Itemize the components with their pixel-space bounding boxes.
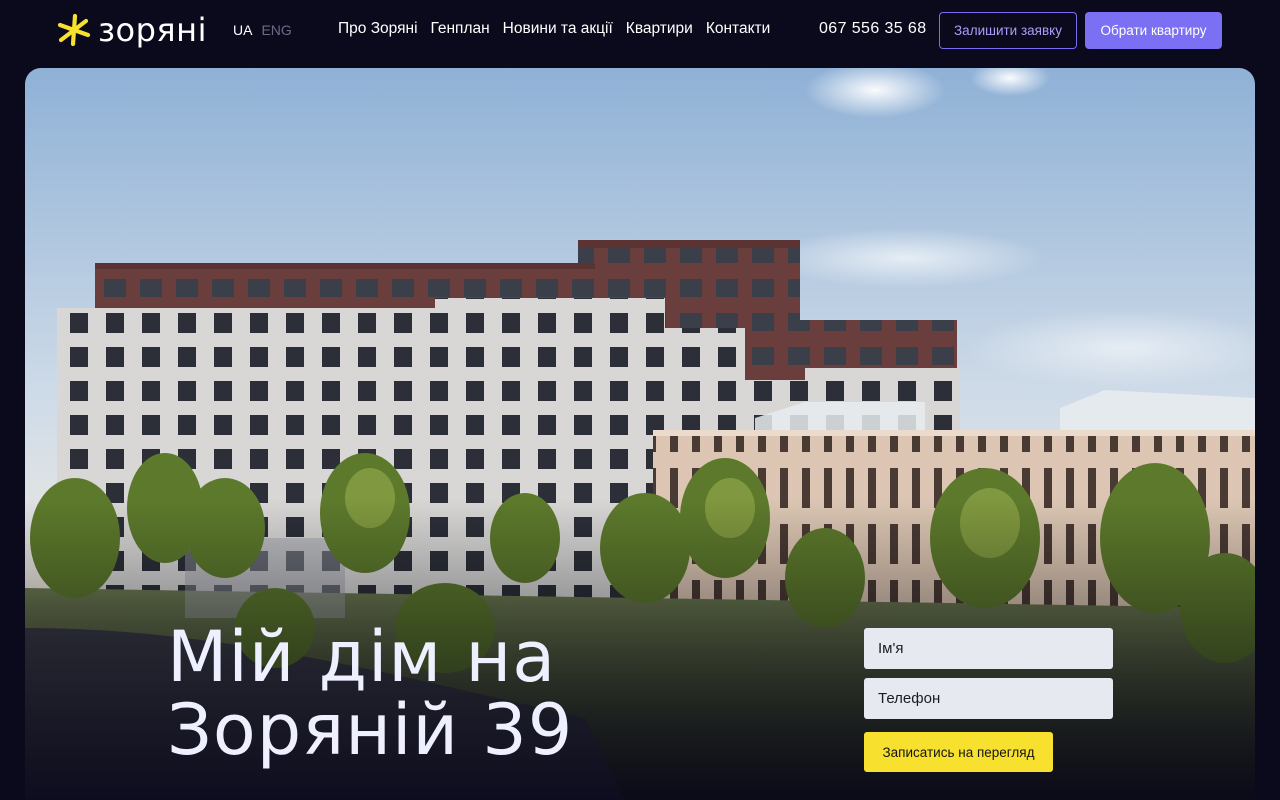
leave-request-button[interactable]: Залишити заявку <box>939 12 1077 49</box>
viewing-request-form: Записатись на перегляд <box>864 628 1113 772</box>
logo-link[interactable]: зоряні <box>56 11 207 49</box>
brand-name: зоряні <box>98 11 207 49</box>
phone-link[interactable]: 067 556 35 68 <box>819 20 927 38</box>
hero-section: Мій дім на Зоряній 39 Записатись на пере… <box>25 68 1255 800</box>
nav-item-about[interactable]: Про Зоряні <box>338 20 418 38</box>
hero-title-line2: Зоряній 39 <box>167 689 574 771</box>
lang-eng[interactable]: ENG <box>261 22 291 38</box>
phone-input[interactable] <box>864 678 1113 719</box>
hero-title-line1: Мій дім на <box>167 616 557 698</box>
lang-ua[interactable]: UA <box>233 22 252 38</box>
nav-item-contacts[interactable]: Контакти <box>706 20 770 38</box>
main-nav: Про Зоряні Генплан Новини та акції Кварт… <box>338 20 770 38</box>
choose-apartment-button[interactable]: Обрати квартиру <box>1085 12 1222 49</box>
nav-item-masterplan[interactable]: Генплан <box>431 20 490 38</box>
site-header: зоряні UA ENG Про Зоряні Генплан Новини … <box>0 0 1280 62</box>
star-logo-icon <box>57 13 91 47</box>
nav-item-news[interactable]: Новини та акції <box>503 20 613 38</box>
nav-item-apartments[interactable]: Квартири <box>626 20 693 38</box>
book-viewing-button[interactable]: Записатись на перегляд <box>864 732 1053 772</box>
hero-title: Мій дім на Зоряній 39 <box>167 621 573 767</box>
name-input[interactable] <box>864 628 1113 669</box>
language-switcher: UA ENG <box>233 22 292 38</box>
